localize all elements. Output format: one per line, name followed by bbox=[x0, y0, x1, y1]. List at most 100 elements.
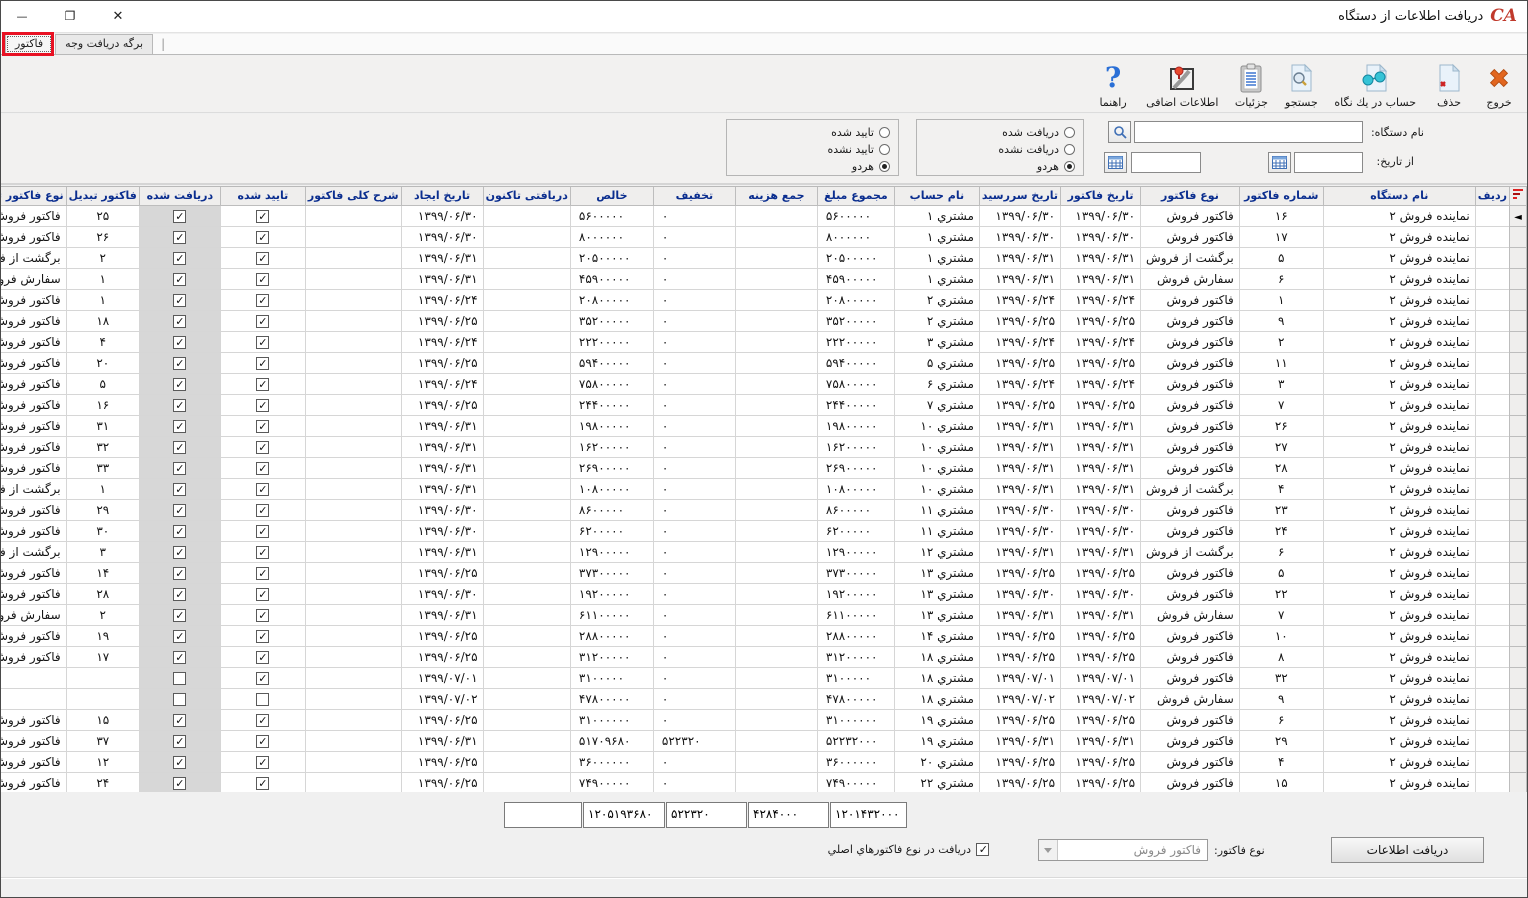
cell-net[interactable]: ۱۰۸۰۰۰۰۰ bbox=[570, 478, 653, 499]
cell-invoice_type[interactable]: فاکتور فروش bbox=[1141, 751, 1240, 772]
cell-converted_no[interactable] bbox=[66, 667, 139, 688]
cell-created_date[interactable]: ۱۳۹۹/۰۶/۳۰ bbox=[401, 205, 483, 226]
cell-total_cost[interactable] bbox=[735, 394, 817, 415]
cell-received[interactable] bbox=[139, 436, 220, 457]
delete-button[interactable]: حذف bbox=[1425, 58, 1473, 110]
cell-confirmed[interactable] bbox=[220, 667, 305, 688]
cell-converted_type[interactable]: فاکتور فروش bbox=[0, 772, 66, 793]
cell-discount[interactable]: ۰ bbox=[653, 331, 735, 352]
cell-net[interactable]: ۲۰۵۰۰۰۰۰ bbox=[570, 247, 653, 268]
combo-arrow-icon[interactable] bbox=[1039, 840, 1058, 860]
cell-converted_no[interactable]: ۳۳ bbox=[66, 457, 139, 478]
cell-device[interactable]: نمایندە فروش ۲ bbox=[1323, 772, 1475, 793]
cell-discount[interactable]: ۰ bbox=[653, 436, 735, 457]
record-selector-cell[interactable] bbox=[1510, 625, 1527, 646]
record-selector-cell[interactable] bbox=[1510, 436, 1527, 457]
cell-created_date[interactable]: ۱۳۹۹/۰۷/۰۱ bbox=[401, 667, 483, 688]
cell-confirmed[interactable] bbox=[220, 583, 305, 604]
column-header-total_cost[interactable]: جمع هزینه bbox=[735, 187, 817, 205]
cell-confirmed[interactable] bbox=[220, 625, 305, 646]
cell-invoice_date[interactable]: ۱۳۹۹/۰۶/۲۵ bbox=[1061, 352, 1141, 373]
cell-converted_no[interactable]: ۳۱ bbox=[66, 415, 139, 436]
search-button[interactable]: جستجو bbox=[1277, 58, 1325, 110]
cell-converted_no[interactable]: ۱۲ bbox=[66, 751, 139, 772]
cell-received[interactable] bbox=[139, 772, 220, 793]
cell-discount[interactable]: ۰ bbox=[653, 499, 735, 520]
cell-radif[interactable] bbox=[1475, 331, 1509, 352]
table-row[interactable]: نمایندە فروش ۲۱فاکتور فروش۱۳۹۹/۰۶/۲۴۱۳۹۹… bbox=[0, 289, 1527, 310]
cell-account[interactable]: مشتري ۲ bbox=[894, 310, 979, 331]
cell-total_cost[interactable] bbox=[735, 289, 817, 310]
cell-invoice_no[interactable]: ۸ bbox=[1239, 646, 1323, 667]
cell-invoice_no[interactable]: ۲۴ bbox=[1239, 520, 1323, 541]
table-row[interactable]: نمایندە فروش ۲۶برگشت از فروش۱۳۹۹/۰۶/۳۱۱۳… bbox=[0, 541, 1527, 562]
record-selector-cell[interactable] bbox=[1510, 499, 1527, 520]
cell-radif[interactable] bbox=[1475, 478, 1509, 499]
cell-converted_type[interactable]: فاکتور فروش bbox=[0, 331, 66, 352]
cell-invoice_type[interactable]: فاکتور فروش bbox=[1141, 289, 1240, 310]
cell-converted_no[interactable]: ۳۰ bbox=[66, 520, 139, 541]
record-selector-cell[interactable] bbox=[1510, 709, 1527, 730]
cell-net[interactable]: ۲۲۲۰۰۰۰۰ bbox=[570, 331, 653, 352]
table-row[interactable]: نمایندە فروش ۲۱۰فاکتور فروش۱۳۹۹/۰۶/۲۵۱۳۹… bbox=[0, 625, 1527, 646]
cell-description[interactable] bbox=[305, 436, 401, 457]
cell-invoice_no[interactable]: ۲ bbox=[1239, 331, 1323, 352]
to-date-calendar-button[interactable] bbox=[1104, 152, 1127, 173]
cell-received[interactable] bbox=[139, 583, 220, 604]
cell-received[interactable] bbox=[139, 646, 220, 667]
cell-invoice_type[interactable]: فاکتور فروش bbox=[1141, 205, 1240, 226]
cell-invoice_type[interactable]: فاکتور فروش bbox=[1141, 352, 1240, 373]
table-row[interactable]: نمایندە فروش ۲۵برگشت از فروش۱۳۹۹/۰۶/۳۱۱۳… bbox=[0, 247, 1527, 268]
cell-confirmed[interactable] bbox=[220, 772, 305, 793]
cell-confirmed[interactable] bbox=[220, 499, 305, 520]
cell-discount[interactable]: ۰ bbox=[653, 520, 735, 541]
cell-invoice_date[interactable]: ۱۳۹۹/۰۶/۲۵ bbox=[1061, 772, 1141, 793]
cell-created_date[interactable]: ۱۳۹۹/۰۶/۲۵ bbox=[401, 709, 483, 730]
record-selector-cell[interactable] bbox=[1510, 457, 1527, 478]
cell-description[interactable] bbox=[305, 772, 401, 793]
radio-not-received[interactable]: دریافت نشده bbox=[998, 143, 1075, 156]
cell-received_so_far[interactable] bbox=[483, 562, 570, 583]
cell-confirmed[interactable] bbox=[220, 310, 305, 331]
cell-discount[interactable]: ۰ bbox=[653, 772, 735, 793]
cell-device[interactable]: نمایندە فروش ۲ bbox=[1323, 646, 1475, 667]
cell-due_date[interactable]: ۱۳۹۹/۰۶/۳۱ bbox=[979, 247, 1060, 268]
cell-invoice_no[interactable]: ۳۲ bbox=[1239, 667, 1323, 688]
cell-total_cost[interactable] bbox=[735, 772, 817, 793]
receive-info-button[interactable]: دریافت اطلاعات bbox=[1331, 837, 1484, 863]
cell-confirmed[interactable] bbox=[220, 646, 305, 667]
cell-created_date[interactable]: ۱۳۹۹/۰۶/۲۵ bbox=[401, 394, 483, 415]
cell-converted_type[interactable]: فاکتور فروش bbox=[0, 751, 66, 772]
cell-created_date[interactable]: ۱۳۹۹/۰۶/۲۵ bbox=[401, 751, 483, 772]
table-row[interactable]: نمایندە فروش ۲۲۹فاکتور فروش۱۳۹۹/۰۶/۳۱۱۳۹… bbox=[0, 730, 1527, 751]
cell-net[interactable]: ۸۰۰۰۰۰۰ bbox=[570, 226, 653, 247]
cell-radif[interactable] bbox=[1475, 415, 1509, 436]
cell-total_amount[interactable]: ۸۰۰۰۰۰۰ bbox=[817, 226, 894, 247]
record-selector-cell[interactable] bbox=[1510, 520, 1527, 541]
cell-converted_no[interactable]: ۳۷ bbox=[66, 730, 139, 751]
column-header-confirmed[interactable]: تایید شده bbox=[220, 187, 305, 205]
cell-device[interactable]: نمایندە فروش ۲ bbox=[1323, 562, 1475, 583]
cell-device[interactable]: نمایندە فروش ۲ bbox=[1323, 625, 1475, 646]
cell-total_amount[interactable]: ۱۲۹۰۰۰۰۰ bbox=[817, 541, 894, 562]
cell-converted_type[interactable]: فاکتور فروش bbox=[0, 646, 66, 667]
cell-confirmed[interactable] bbox=[220, 436, 305, 457]
record-selector-cell[interactable] bbox=[1510, 688, 1527, 709]
cell-confirmed[interactable] bbox=[220, 562, 305, 583]
cell-received[interactable] bbox=[139, 478, 220, 499]
cell-confirmed[interactable] bbox=[220, 541, 305, 562]
cell-device[interactable]: نمایندە فروش ۲ bbox=[1323, 520, 1475, 541]
cell-invoice_type[interactable]: فاکتور فروش bbox=[1141, 373, 1240, 394]
cell-net[interactable]: ۳۱۲۰۰۰۰۰ bbox=[570, 646, 653, 667]
cell-total_amount[interactable]: ۱۶۲۰۰۰۰۰ bbox=[817, 436, 894, 457]
cell-invoice_no[interactable]: ۹ bbox=[1239, 688, 1323, 709]
cell-account[interactable]: مشتري ۱۰ bbox=[894, 457, 979, 478]
record-selector-cell[interactable] bbox=[1510, 478, 1527, 499]
cell-device[interactable]: نمایندە فروش ۲ bbox=[1323, 457, 1475, 478]
cell-created_date[interactable]: ۱۳۹۹/۰۶/۳۰ bbox=[401, 583, 483, 604]
cell-confirmed[interactable] bbox=[220, 268, 305, 289]
cell-converted_type[interactable]: فاکتور فروش bbox=[0, 394, 66, 415]
cell-invoice_date[interactable]: ۱۳۹۹/۰۶/۲۵ bbox=[1061, 646, 1141, 667]
table-row[interactable]: نمایندە فروش ۲۲۴فاکتور فروش۱۳۹۹/۰۶/۳۰۱۳۹… bbox=[0, 520, 1527, 541]
table-row[interactable]: نمایندە فروش ۲۱۶فاکتور فروش۱۳۹۹/۰۶/۳۰۱۳۹… bbox=[0, 205, 1527, 226]
